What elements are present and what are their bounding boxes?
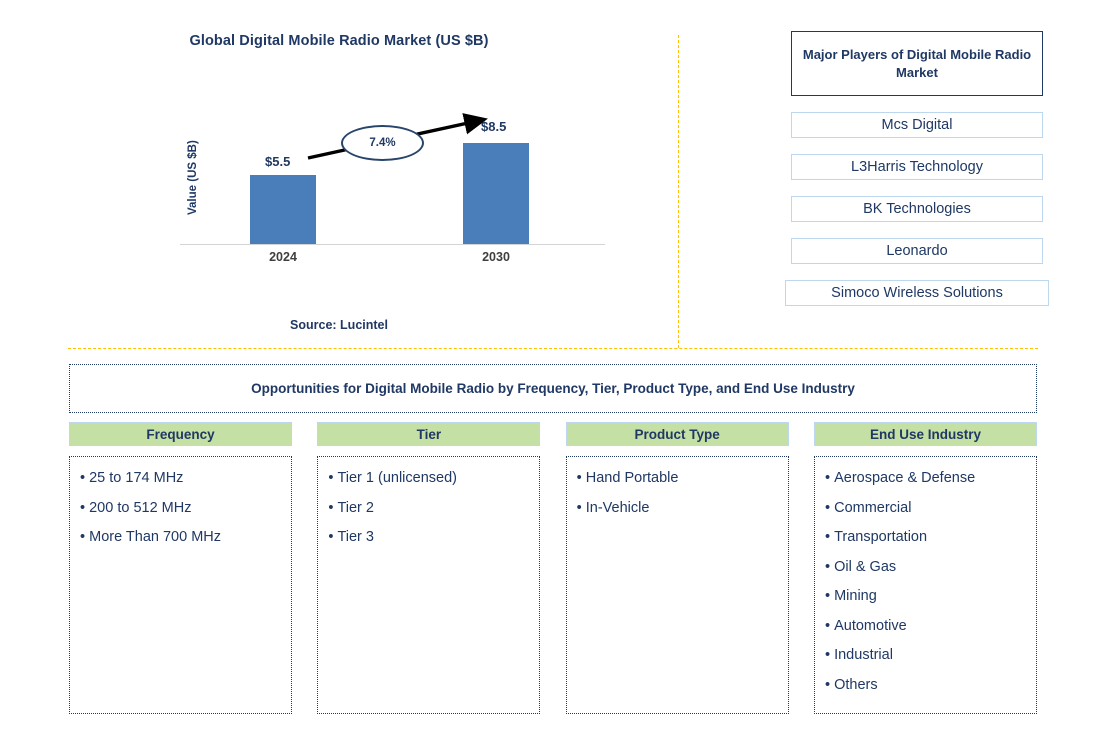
column-body: Hand Portable In-Vehicle [565, 456, 789, 714]
market-chart-panel: Global Digital Mobile Radio Market (US $… [0, 0, 678, 348]
column-tier: Tier Tier 1 (unlicensed) Tier 2 Tier 3 [317, 422, 541, 716]
major-players-panel: Major Players of Digital Mobile Radio Ma… [785, 31, 1049, 306]
list-item: Tier 2 [328, 500, 529, 517]
chart-y-axis-label: Value (US $B) [187, 140, 199, 216]
column-header: Product Type [565, 422, 789, 446]
list-item: Tier 3 [328, 529, 529, 546]
column-frequency: Frequency 25 to 174 MHz 200 to 512 MHz M… [69, 422, 292, 716]
list-item: 25 to 174 MHz [80, 470, 281, 487]
list-item: Hand Portable [577, 470, 778, 487]
bar-value-2024: $5.5 [265, 154, 291, 169]
list-item: In-Vehicle [577, 500, 778, 517]
column-header: Tier [317, 422, 541, 446]
column-product-type: Product Type Hand Portable In-Vehicle [565, 422, 789, 716]
player-item[interactable]: Leonardo [791, 238, 1043, 264]
chart-x-axis-line [180, 244, 605, 245]
vertical-divider [678, 35, 679, 348]
opportunities-columns: Frequency 25 to 174 MHz 200 to 512 MHz M… [69, 422, 1037, 716]
list-item: Oil & Gas [825, 559, 1026, 576]
column-body: Aerospace & Defense Commercial Transport… [813, 456, 1037, 714]
column-header: End Use Industry [813, 422, 1037, 446]
chart-source: Source: Lucintel [290, 318, 388, 332]
x-tick-2024: 2024 [269, 250, 297, 264]
horizontal-divider [68, 348, 1038, 349]
chart-title: Global Digital Mobile Radio Market (US $… [189, 33, 489, 49]
column-end-use-industry: End Use Industry Aerospace & Defense Com… [813, 422, 1037, 716]
list-item: Aerospace & Defense [825, 470, 1026, 487]
opportunities-title: Opportunities for Digital Mobile Radio b… [69, 364, 1037, 413]
list-item: 200 to 512 MHz [80, 500, 281, 517]
player-item[interactable]: BK Technologies [791, 196, 1043, 222]
player-item[interactable]: Mcs Digital [791, 112, 1043, 138]
column-body: 25 to 174 MHz 200 to 512 MHz More Than 7… [69, 456, 292, 714]
x-tick-2030: 2030 [482, 250, 510, 264]
list-item: Commercial [825, 500, 1026, 517]
bar-2024 [250, 175, 316, 244]
list-item: Transportation [825, 529, 1026, 546]
list-item: More Than 700 MHz [80, 529, 281, 546]
list-item: Industrial [825, 647, 1026, 664]
list-item: Tier 1 (unlicensed) [328, 470, 529, 487]
major-players-header: Major Players of Digital Mobile Radio Ma… [791, 31, 1043, 96]
list-item: Others [825, 677, 1026, 694]
infographic-page: Global Digital Mobile Radio Market (US $… [0, 0, 1106, 733]
list-item: Automotive [825, 618, 1026, 635]
player-item[interactable]: L3Harris Technology [791, 154, 1043, 180]
column-body: Tier 1 (unlicensed) Tier 2 Tier 3 [317, 456, 541, 714]
list-item: Mining [825, 588, 1026, 605]
column-header: Frequency [69, 422, 292, 446]
player-item[interactable]: Simoco Wireless Solutions [785, 280, 1049, 306]
cagr-badge: 7.4% [341, 125, 424, 161]
